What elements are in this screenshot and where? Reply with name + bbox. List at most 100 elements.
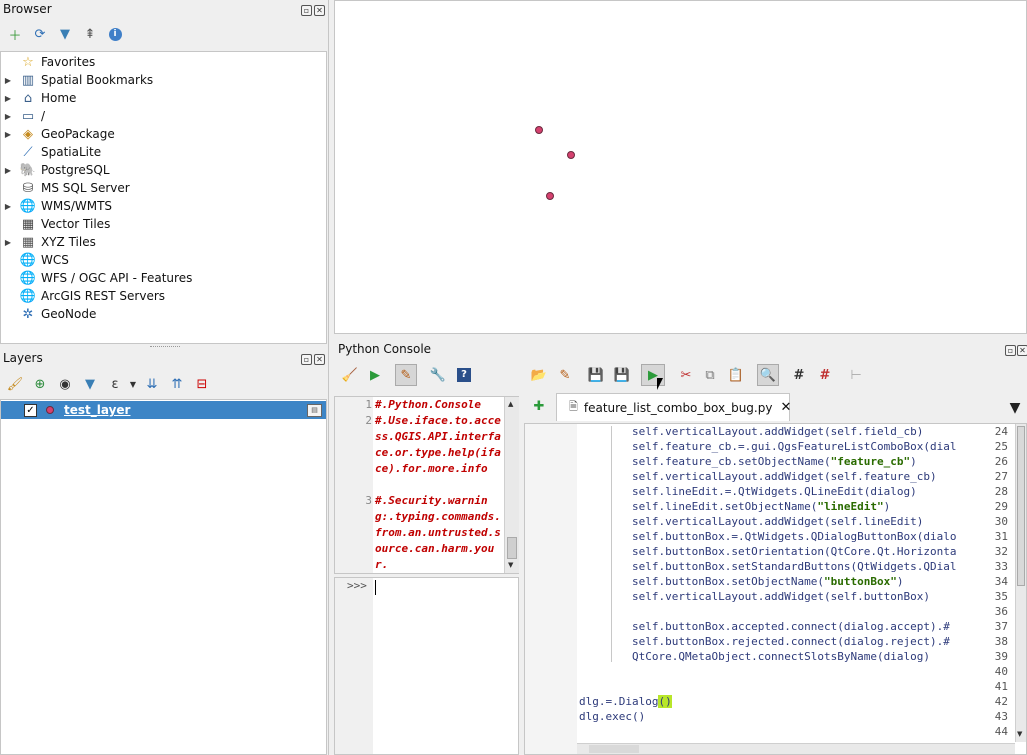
comment-hash-icon[interactable]: #	[790, 366, 808, 384]
browser-item-wms-wmts[interactable]: ▶ 🌐 WMS/WMTS	[1, 197, 326, 215]
expand-arrow-icon[interactable]: ▶	[1, 112, 15, 121]
browser-item-wcs[interactable]: 🌐 WCS	[1, 251, 326, 269]
browser-float-button[interactable]: ▫	[301, 5, 312, 16]
save-icon[interactable]: 💾	[587, 366, 605, 384]
visibility-eye-icon[interactable]: ◉	[56, 375, 74, 393]
console-input[interactable]: >>>	[334, 577, 519, 755]
console-close-button[interactable]: ✕	[1017, 345, 1027, 356]
clear-console-icon[interactable]: 🧹	[341, 366, 359, 384]
object-inspector-icon[interactable]: ⊢	[847, 366, 865, 384]
scroll-down-arrow-icon[interactable]: ▼	[508, 561, 513, 569]
browser-item-arcgis-rest-servers[interactable]: 🌐 ArcGIS REST Servers	[1, 287, 326, 305]
code-line[interactable]: dlg.exec()	[579, 710, 645, 723]
editor-vertical-scrollbar[interactable]: ▼	[1015, 424, 1026, 742]
layer-table-icon[interactable]: ▤	[307, 403, 322, 417]
new-editor-tab-icon[interactable]: ✚	[530, 397, 548, 415]
browser-item-root[interactable]: ▶ ▭ /	[1, 107, 326, 125]
editor-scroll-down-icon[interactable]: ▼	[1017, 730, 1022, 738]
layer-checkbox[interactable]: ✓	[24, 403, 37, 417]
expand-arrow-icon[interactable]: ▶	[1, 76, 15, 85]
find-text-icon[interactable]: 🔍	[757, 364, 779, 386]
layer-row[interactable]: ✓ test_layer ▤	[1, 401, 326, 419]
browser-close-button[interactable]: ✕	[314, 5, 325, 16]
open-in-external-editor-icon[interactable]: ✎	[556, 366, 574, 384]
code-line[interactable]: self.verticalLayout.addWidget(self.featu…	[579, 470, 937, 483]
browser-item-postgresql[interactable]: ▶ 🐘 PostgreSQL	[1, 161, 326, 179]
browser-item-home[interactable]: ▶ ⌂ Home	[1, 89, 326, 107]
collapse-all-icon[interactable]: ⇞	[81, 25, 99, 43]
code-line[interactable]: self.feature_cb.=.gui.QgsFeatureListComb…	[579, 440, 957, 453]
close-tab-icon[interactable]: ✕	[780, 400, 791, 415]
cut-scissors-icon[interactable]: ✂	[677, 366, 695, 384]
help-icon[interactable]: ?	[455, 366, 473, 384]
browser-item-xyz-tiles[interactable]: ▶ ▦ XYZ Tiles	[1, 233, 326, 251]
code-line[interactable]: self.feature_cb.setObjectName("feature_c…	[579, 455, 917, 468]
code-line[interactable]: self.buttonBox.accepted.connect(dialog.a…	[579, 620, 950, 633]
show-editor-icon[interactable]: ✎	[395, 364, 417, 386]
code-line[interactable]: self.verticalLayout.addWidget(self.butto…	[579, 590, 930, 603]
paste-icon[interactable]: 📋	[727, 366, 745, 384]
expand-arrow-icon[interactable]: ▶	[1, 202, 15, 211]
code-line[interactable]: self.verticalLayout.addWidget(self.lineE…	[579, 515, 923, 528]
layers-float-button[interactable]: ▫	[301, 354, 312, 365]
browser-item-spatial-bookmarks[interactable]: ▶ ▥ Spatial Bookmarks	[1, 71, 326, 89]
remove-layer-icon[interactable]: ⊟	[193, 375, 211, 393]
filter-expression-icon[interactable]: ε	[106, 375, 124, 393]
editor-hscroll-thumb[interactable]	[589, 745, 639, 753]
map-point-feature[interactable]	[566, 151, 575, 160]
tab-list-dropdown-icon[interactable]: ▼	[1006, 399, 1024, 417]
panel-splitter[interactable]	[150, 346, 180, 350]
map-canvas[interactable]	[334, 0, 1027, 334]
browser-item-ms-sql-server[interactable]: ⛁ MS SQL Server	[1, 179, 326, 197]
layers-tree[interactable]: ✓ test_layer ▤	[0, 399, 327, 755]
map-point-feature[interactable]	[535, 125, 544, 134]
refresh-icon[interactable]: ⟳	[31, 25, 49, 43]
layer-name[interactable]: test_layer	[64, 403, 130, 417]
browser-item-geonode[interactable]: ✲ GeoNode	[1, 305, 326, 323]
expand-arrow-icon[interactable]: ▶	[1, 94, 15, 103]
code-line[interactable]: self.buttonBox.setStandardButtons(QtWidg…	[579, 560, 957, 573]
copy-icon[interactable]: ⧉	[701, 366, 719, 384]
editor-scrollbar-thumb[interactable]	[1017, 426, 1025, 586]
code-line[interactable]: dlg.=.Dialog()	[579, 695, 672, 708]
expand-arrow-icon[interactable]: ▶	[1, 166, 15, 175]
code-line[interactable]: self.buttonBox.=.QtWidgets.QDialogButton…	[579, 530, 957, 543]
code-line[interactable]: self.verticalLayout.addWidget(self.field…	[579, 425, 923, 438]
console-float-button[interactable]: ▫	[1005, 345, 1016, 356]
code-editor[interactable]: ▼ 24 self.verticalLayout.addWidget(self.…	[524, 423, 1027, 755]
expand-arrow-icon[interactable]: ▶	[1, 238, 15, 247]
filter-icon[interactable]: ▼	[56, 25, 74, 43]
browser-item-spatialite[interactable]: ⟋ SpatiaLite	[1, 143, 326, 161]
expand-arrow-icon[interactable]: ▶	[1, 130, 15, 139]
options-wrench-icon[interactable]: 🔧	[429, 366, 447, 384]
editor-horizontal-scrollbar[interactable]	[577, 743, 1015, 754]
open-script-folder-icon[interactable]: 📂	[530, 366, 548, 384]
console-output[interactable]: ▲ ▼ 1 #.Python.Console 2 #.Use.iface.to.acc…	[334, 396, 519, 574]
code-line[interactable]: self.buttonBox.rejected.connect(dialog.r…	[579, 635, 950, 648]
collapse-all-layers-icon[interactable]: ⇈	[168, 375, 186, 393]
console-output-scrollbar[interactable]: ▲ ▼	[504, 397, 519, 573]
run-command-icon[interactable]: ▶	[366, 366, 384, 384]
info-icon[interactable]: i	[106, 25, 124, 43]
code-line[interactable]: self.buttonBox.setObjectName("buttonBox"…	[579, 575, 904, 588]
add-selected-layers-icon[interactable]: ＋	[6, 25, 24, 44]
scrollbar-thumb[interactable]	[507, 537, 517, 559]
browser-item-vector-tiles[interactable]: ▦ Vector Tiles	[1, 215, 326, 233]
code-line[interactable]: self.lineEdit.setObjectName("lineEdit")	[579, 500, 890, 513]
layers-close-button[interactable]: ✕	[314, 354, 325, 365]
filter-legend-icon[interactable]: ▼	[81, 375, 99, 393]
styling-paintbrush-icon[interactable]: 🖌	[6, 375, 24, 393]
browser-item-geopackage[interactable]: ▶ ◈ GeoPackage	[1, 125, 326, 143]
code-line[interactable]: self.lineEdit.=.QtWidgets.QLineEdit(dial…	[579, 485, 917, 498]
scroll-up-arrow-icon[interactable]: ▲	[508, 400, 513, 408]
code-line[interactable]: QtCore.QMetaObject.connectSlotsByName(di…	[579, 650, 930, 663]
dropdown-arrow-icon[interactable]: ▼	[124, 375, 142, 393]
map-point-feature[interactable]	[545, 192, 554, 201]
save-as-icon[interactable]: 💾	[613, 366, 631, 384]
editor-tab[interactable]: 🗎 feature_list_combo_box_bug.py ✕	[556, 393, 791, 421]
browser-item-favorites[interactable]: ☆ Favorites	[1, 53, 326, 71]
add-group-icon[interactable]: ⊕	[31, 375, 49, 393]
editor-tab-label[interactable]: feature_list_combo_box_bug.py	[584, 401, 773, 415]
code-line[interactable]: self.buttonBox.setOrientation(QtCore.Qt.…	[579, 545, 957, 558]
expand-all-icon[interactable]: ⇊	[143, 375, 161, 393]
